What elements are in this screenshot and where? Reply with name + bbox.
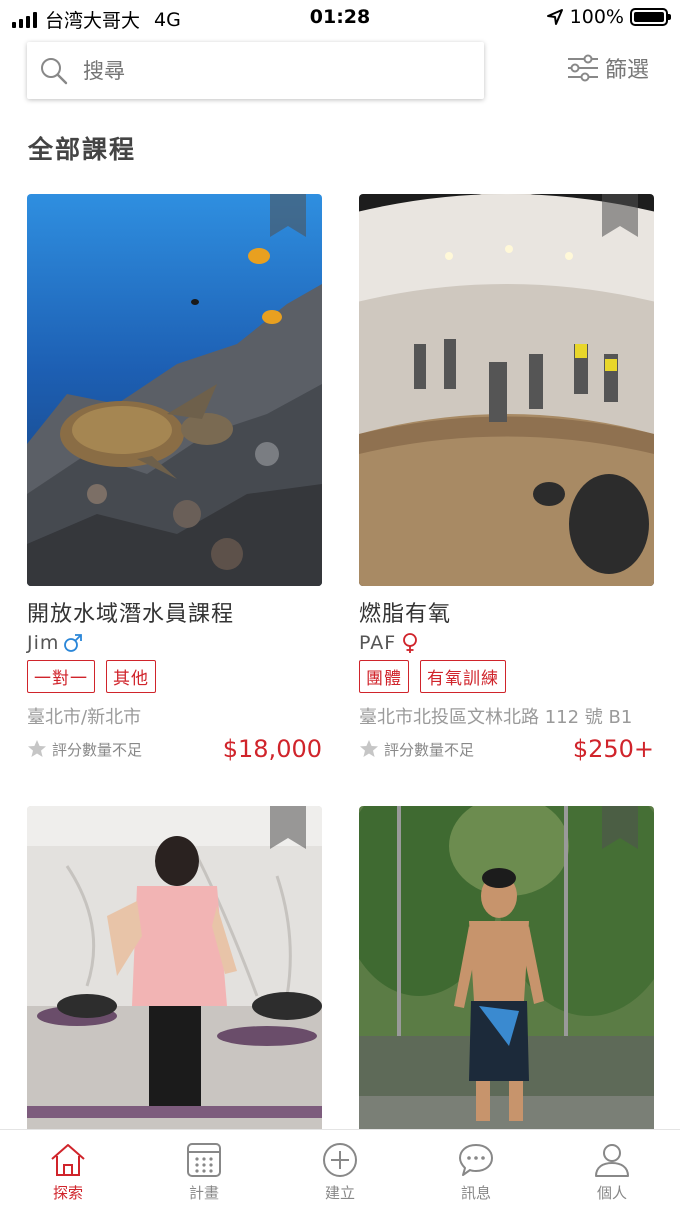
bookmark-icon[interactable]	[602, 194, 638, 237]
coach-name: PAF	[359, 632, 397, 654]
filter-button[interactable]: 篩選	[565, 52, 649, 84]
home-icon	[51, 1144, 85, 1176]
battery-icon	[630, 8, 671, 26]
tag-badge: 一對一	[27, 660, 95, 693]
tab-label: 建立	[324, 1184, 355, 1202]
search-icon	[41, 57, 68, 84]
rating: 評分數量不足	[359, 739, 474, 760]
status-bar: 台湾大哥大 4G 01:28 100%	[0, 0, 680, 36]
course-price: $250+	[572, 735, 654, 763]
course-location: 臺北市/新北市	[27, 707, 142, 728]
course-title: 開放水域潛水員課程	[27, 602, 235, 627]
course-price: $18,000	[222, 735, 322, 763]
tab-messages[interactable]: 訊息	[408, 1130, 544, 1209]
tab-plan[interactable]: 計畫	[136, 1130, 272, 1209]
gym-class-photo	[359, 194, 654, 586]
rating-text: 評分數量不足	[52, 740, 143, 759]
course-title: 燃脂有氧	[359, 602, 452, 627]
status-right: 100%	[546, 6, 671, 28]
tag-list: 團體 有氧訓練	[359, 660, 654, 693]
tab-label: 訊息	[460, 1184, 491, 1202]
tag-badge: 其他	[106, 660, 156, 693]
person-icon	[595, 1144, 629, 1177]
course-location: 臺北市北投區文林北路 112 號 B1	[359, 707, 633, 728]
battery-fill	[634, 12, 664, 22]
rating: 評分數量不足	[27, 739, 142, 760]
tab-label: 探索	[52, 1184, 83, 1202]
filter-label: 篩選	[605, 58, 650, 83]
bookmark-icon[interactable]	[602, 806, 638, 849]
calendar-icon	[187, 1143, 221, 1177]
underwater-turtle-photo	[27, 194, 322, 586]
sliders-icon	[568, 54, 598, 82]
male-icon	[64, 634, 83, 652]
course-image-diving[interactable]	[27, 194, 322, 586]
rating-text: 評分數量不足	[384, 740, 475, 759]
battery-percent: 100%	[569, 6, 624, 28]
tag-badge: 團體	[359, 660, 409, 693]
coach-name: Jim	[27, 632, 60, 654]
card-footer: 評分數量不足 $250+	[359, 735, 654, 763]
course-card[interactable]: 開放水域潛水員課程 Jim 一對一 其他 臺北市/新北市 評分數量不足 $18,…	[27, 194, 322, 763]
star-icon	[28, 740, 46, 757]
star-icon	[360, 740, 378, 757]
tab-label: 個人	[596, 1184, 627, 1202]
course-image-aerobic[interactable]	[359, 194, 654, 586]
coach-row: Jim	[27, 632, 322, 654]
tag-badge: 有氧訓練	[420, 660, 506, 693]
section-title: 全部課程	[28, 135, 137, 164]
location-arrow-icon	[546, 9, 563, 25]
tab-create[interactable]: 建立	[272, 1130, 408, 1209]
bookmark-icon[interactable]	[270, 194, 306, 237]
chat-bubble-icon	[459, 1144, 493, 1176]
bottom-tab-bar: 探索 計畫 建立 訊息 個人	[0, 1129, 680, 1209]
plus-circle-icon	[323, 1143, 357, 1177]
course-card[interactable]: 燃脂有氧 PAF 團體 有氧訓練 臺北市北投區文林北路 112 號 B1 評分數…	[359, 194, 654, 763]
tag-list: 一對一 其他	[27, 660, 322, 693]
coach-row: PAF	[359, 632, 654, 654]
search-input[interactable]	[83, 58, 443, 83]
female-icon	[403, 633, 418, 653]
search-bar[interactable]	[27, 42, 484, 99]
tab-explore[interactable]: 探索	[0, 1130, 136, 1209]
bookmark-icon[interactable]	[270, 806, 306, 849]
tab-profile[interactable]: 個人	[544, 1130, 680, 1209]
tab-label: 計畫	[188, 1184, 219, 1202]
card-footer: 評分數量不足 $18,000	[27, 735, 322, 763]
